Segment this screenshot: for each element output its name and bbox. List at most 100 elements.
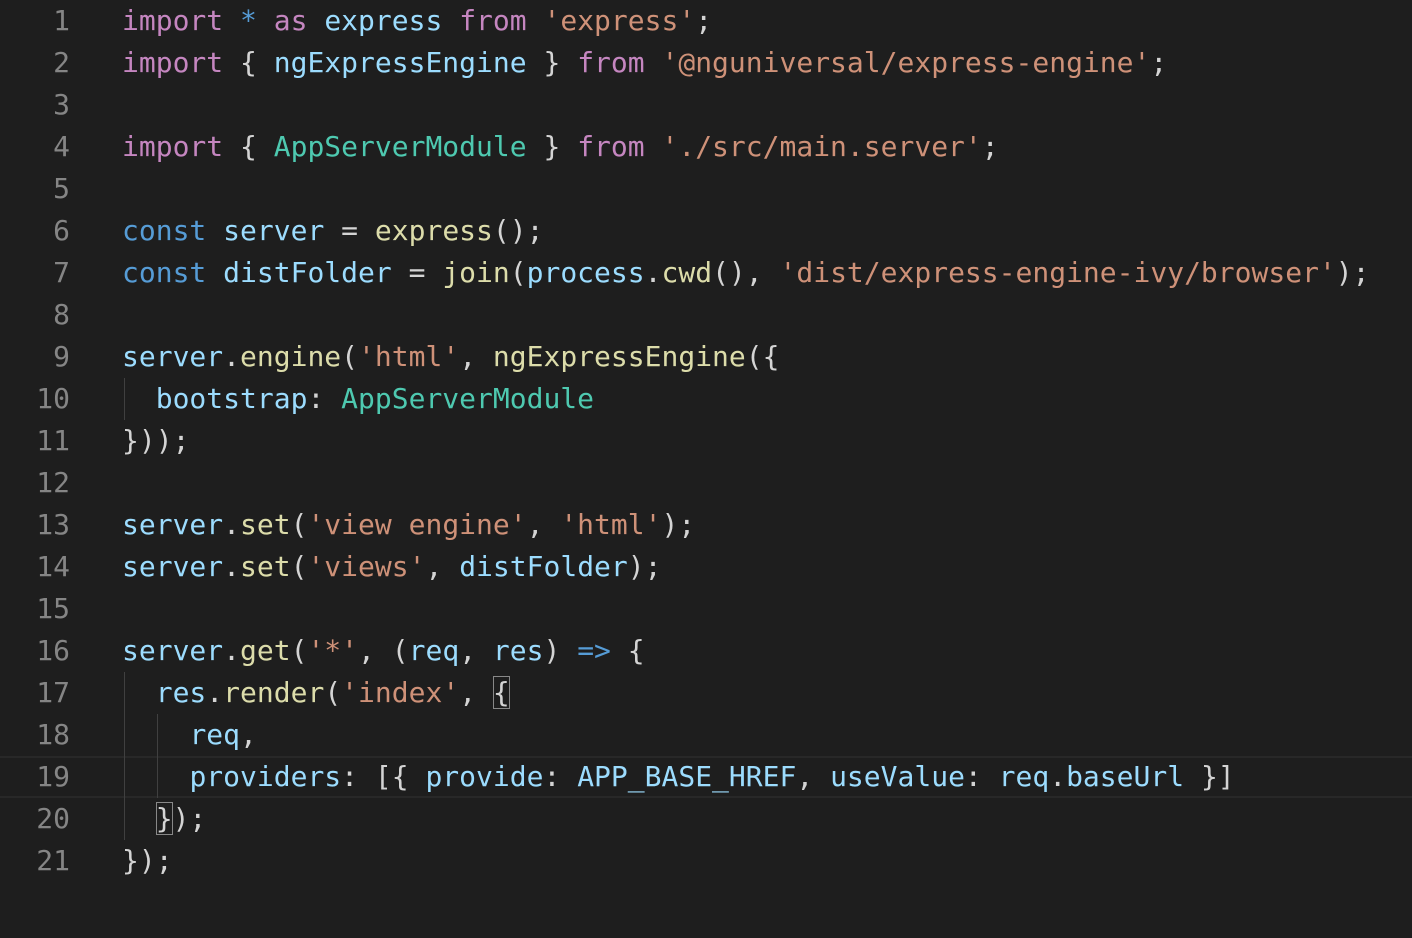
- code-text: server.engine('html', ngExpressEngine({: [122, 336, 780, 378]
- code-token: './src/main.server': [661, 130, 982, 163]
- code-text: req,: [122, 714, 256, 756]
- code-line[interactable]: 12: [0, 462, 1412, 504]
- code-token: }: [526, 46, 578, 79]
- code-text: server.get('*', (req, res) => {: [122, 630, 645, 672]
- code-token: render: [223, 676, 325, 709]
- code-line[interactable]: 5: [0, 168, 1412, 210]
- code-line[interactable]: 3: [0, 84, 1412, 126]
- code-token: ,: [526, 508, 561, 541]
- code-token: ;: [1150, 46, 1168, 79]
- code-token: server: [122, 550, 224, 583]
- code-token: from: [577, 46, 645, 79]
- code-token: distFolder: [459, 550, 628, 583]
- code-token: ();: [492, 214, 544, 247]
- code-line[interactable]: 16 server.get('*', (req, res) => {: [0, 630, 1412, 672]
- line-number: 19: [36, 760, 70, 793]
- code-token: '@nguniversal/express-engine': [661, 46, 1151, 79]
- line-number: 10: [36, 382, 70, 415]
- line-number: 8: [53, 298, 70, 331]
- code-line[interactable]: 8: [0, 294, 1412, 336]
- code-token: .: [644, 256, 662, 289]
- code-text: });: [122, 840, 173, 882]
- code-token: 'views': [307, 550, 426, 583]
- code-line[interactable]: 13 server.set('view engine', 'html');: [0, 504, 1412, 546]
- code-token: set: [240, 508, 291, 541]
- line-number: 2: [53, 46, 70, 79]
- code-token: }: [526, 130, 578, 163]
- code-line[interactable]: 14 server.set('views', distFolder);: [0, 546, 1412, 588]
- code-token: providers: [189, 760, 342, 793]
- indent-guide: [124, 378, 125, 420]
- code-editor[interactable]: 1 import * as express from 'express'; 2 imp…: [0, 0, 1412, 938]
- code-token: ,: [425, 550, 460, 583]
- code-text: server.set('views', distFolder);: [122, 546, 661, 588]
- code-line[interactable]: 2 import { ngExpressEngine } from '@nguni…: [0, 42, 1412, 84]
- code-token: useValue: [830, 760, 965, 793]
- code-line[interactable]: 10 bootstrap: AppServerModule: [0, 378, 1412, 420]
- code-token: {: [223, 46, 274, 79]
- code-token: server: [122, 508, 224, 541]
- code-token: =: [324, 214, 375, 247]
- line-number: 20: [36, 802, 70, 835]
- code-token: );: [172, 802, 207, 835]
- matched-bracket: {: [492, 676, 510, 709]
- code-token: server: [122, 340, 224, 373]
- code-token: :: [307, 382, 342, 415]
- line-number: 6: [53, 214, 70, 247]
- code-token: as: [273, 4, 308, 37]
- code-text: import { AppServerModule } from './src/m…: [122, 126, 999, 168]
- code-token: APP_BASE_HREF: [577, 760, 797, 793]
- code-token: (: [290, 634, 308, 667]
- code-token: }]: [1184, 760, 1235, 793]
- code-line[interactable]: 20 });: [0, 798, 1412, 840]
- code-line[interactable]: 1 import * as express from 'express';: [0, 0, 1412, 42]
- code-line[interactable]: 21});: [0, 840, 1412, 882]
- code-text: });: [122, 798, 206, 840]
- code-text: const distFolder = join(process.cwd(), '…: [122, 252, 1370, 294]
- code-token: ngExpressEngine: [273, 46, 527, 79]
- code-line[interactable]: 7 const distFolder = join(process.cwd(), …: [0, 252, 1412, 294]
- code-line[interactable]: 4 import { AppServerModule } from './src/…: [0, 126, 1412, 168]
- code-line[interactable]: 9 server.engine('html', ngExpressEngine({: [0, 336, 1412, 378]
- code-line[interactable]: 18 req,: [0, 714, 1412, 756]
- code-token: 'html': [358, 340, 460, 373]
- indent-guide: [124, 672, 125, 840]
- code-token: 'dist/express-engine-ivy/browser': [779, 256, 1336, 289]
- code-token: process: [526, 256, 645, 289]
- code-token: .: [1049, 760, 1067, 793]
- code-token: *: [240, 4, 257, 37]
- line-number: 21: [36, 844, 70, 877]
- code-token: {: [223, 130, 274, 163]
- code-line[interactable]: 11}));: [0, 420, 1412, 462]
- code-token: server: [122, 634, 224, 667]
- line-number: 16: [36, 634, 70, 667]
- code-token: );: [661, 508, 696, 541]
- code-token: );: [627, 550, 662, 583]
- code-token: .: [223, 634, 241, 667]
- code-text: import { ngExpressEngine } from '@nguniv…: [122, 42, 1167, 84]
- code-text: res.render('index', {: [122, 672, 510, 714]
- code-token: from: [459, 4, 527, 37]
- code-line[interactable]: 6 const server = express();: [0, 210, 1412, 252]
- code-token: ,: [459, 634, 493, 667]
- code-token: (: [324, 676, 342, 709]
- code-line[interactable]: 17 res.render('index', {: [0, 672, 1412, 714]
- code-line[interactable]: 19 providers: [{ provide: APP_BASE_HREF,…: [0, 756, 1412, 798]
- code-text: server.set('view engine', 'html');: [122, 504, 695, 546]
- line-number: 11: [36, 424, 70, 457]
- code-token: :: [543, 760, 578, 793]
- code-token: join: [442, 256, 510, 289]
- code-text: providers: [{ provide: APP_BASE_HREF, us…: [122, 758, 1235, 796]
- matched-bracket: }: [155, 802, 173, 835]
- code-token: 'html': [560, 508, 662, 541]
- code-token: AppServerModule: [273, 130, 527, 163]
- code-line[interactable]: 15: [0, 588, 1412, 630]
- line-number: 12: [36, 466, 70, 499]
